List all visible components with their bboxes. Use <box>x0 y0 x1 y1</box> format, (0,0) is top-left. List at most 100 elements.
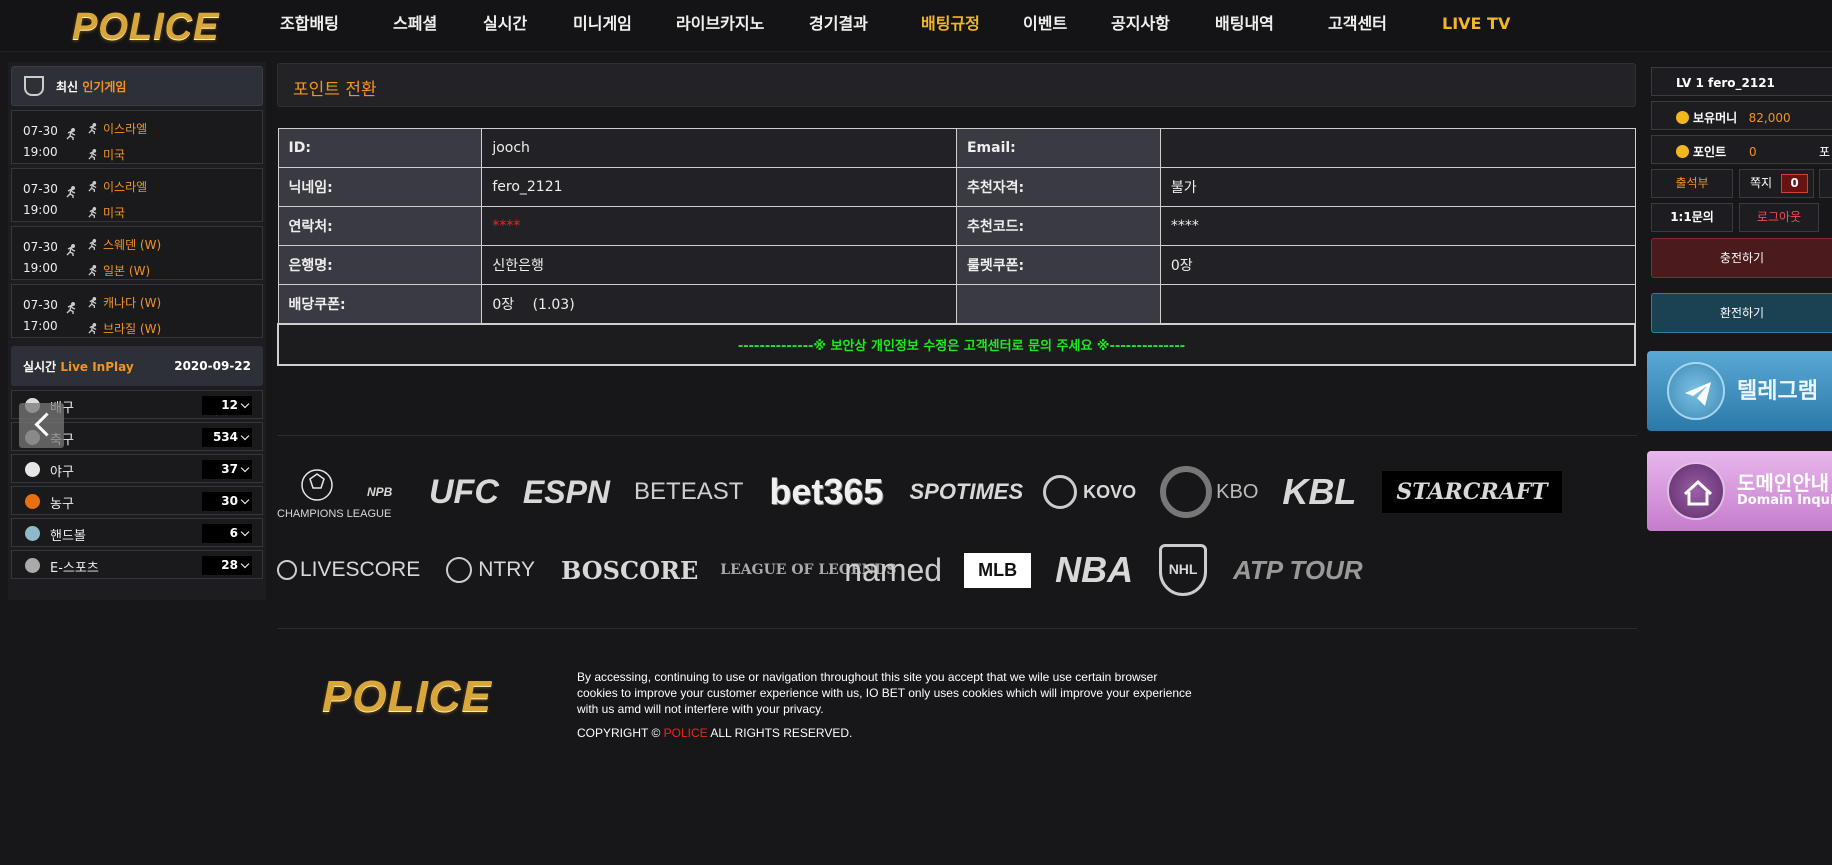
member-info-table: ID: jooch Email: 닉네임: fero_2121 추천자격: 불가 연락처: **… <box>277 128 1636 366</box>
popular-match-list: 07-30 19:00 이스라엘 미국 07-30 19:00 이스라엘 미국 07-30 19:… <box>8 110 266 338</box>
site-logo[interactable]: POLICE <box>72 6 219 49</box>
match-teams: 이스라엘미국 <box>87 116 147 168</box>
popular-match-item[interactable]: 07-30 19:00 이스라엘미국 <box>11 110 263 164</box>
match-datetime: 07-30 19:00 <box>23 121 58 163</box>
sport-count-dropdown[interactable]: 12 <box>202 396 252 415</box>
npb-logo: NPB <box>367 485 393 499</box>
active-caret-icon <box>959 0 985 6</box>
live-sport-item[interactable]: 핸드볼 6 <box>11 518 263 547</box>
field-value: jooch <box>481 128 957 168</box>
kbo-logo: KBO <box>1160 466 1258 518</box>
nav-item[interactable]: 미니게임 <box>573 0 676 48</box>
user-point: 포인트 0 포 <box>1651 135 1832 164</box>
extra-button[interactable] <box>1819 169 1832 198</box>
inquiry-button[interactable]: 1:1문의 <box>1651 203 1733 232</box>
boscore-logo: BOSCORE <box>561 555 699 585</box>
field-value <box>1159 128 1636 168</box>
page-title-bar: 포인트 전환 <box>277 63 1636 107</box>
sport-count-dropdown[interactable]: 534 <box>202 428 252 447</box>
starcraft-logo: STARCRAFT <box>1382 471 1562 513</box>
nav-item[interactable]: 실시간 <box>483 0 573 48</box>
point-convert-link[interactable]: 포 <box>1819 143 1830 160</box>
runner-icon <box>87 296 103 310</box>
kovo-text: KOVO <box>1083 481 1137 502</box>
page-title: 포인트 전환 <box>293 80 377 100</box>
popular-match-item[interactable]: 07-30 19:00 이스라엘 미국 <box>11 168 263 222</box>
trophy-icon <box>24 76 44 96</box>
nav-item[interactable]: 경기결과 <box>809 0 921 48</box>
memo-button[interactable]: 쪽지 0 <box>1739 169 1814 198</box>
sport-ball-icon <box>25 526 40 541</box>
partner-logos-row-2: LIVESCORE NTRY BOSCORE LEAGUE OF LEGENDS… <box>277 540 1363 600</box>
home-team: 이스라엘 <box>103 122 148 136</box>
nav-item[interactable]: 라이브카지노 <box>676 0 809 48</box>
livescore-text: LIVESCORE <box>300 558 421 581</box>
sport-count-dropdown[interactable]: 37 <box>202 460 252 479</box>
field-label: 연락처: <box>277 206 483 246</box>
live-sport-item[interactable]: 야구 37 <box>11 454 263 483</box>
kbo-text: KBO <box>1216 480 1259 503</box>
copyright: COPYRIGHT © POLICE ALL RIGHTS RESERVED. <box>577 726 852 740</box>
live-date: 2020-09-22 <box>174 359 251 373</box>
match-date: 07-30 <box>23 240 58 254</box>
runner-icon <box>87 180 103 194</box>
match-time: 19:00 <box>23 203 58 217</box>
nav-item[interactable]: 조합배팅 <box>280 0 393 48</box>
nav-item[interactable]: 배팅내역 <box>1215 0 1328 48</box>
slider-prev-button[interactable] <box>19 403 64 448</box>
nav-item[interactable]: LIVE TV <box>1442 0 1522 48</box>
sport-count-dropdown[interactable]: 28 <box>202 556 252 575</box>
domain-banner[interactable]: 도메인안내 Domain Inquiry <box>1647 451 1832 531</box>
coin-icon <box>1676 145 1689 158</box>
charge-button[interactable]: 충전하기 <box>1651 238 1832 278</box>
bet365-logo: bet365 <box>769 471 884 512</box>
nav-item[interactable]: 스페셜 <box>393 0 483 48</box>
away-team: 브라질 (W) <box>103 322 162 336</box>
security-notice: --------------※ 보안상 개인정보 수정은 고객센터로 문의 주세… <box>277 322 1636 366</box>
exchange-button[interactable]: 환전하기 <box>1651 293 1832 333</box>
main-nav: 조합배팅 스페셜 실시간 미니게임 라이브카지노 경기결과 배팅규정 이벤트 공지사항 배팅내역 고… <box>280 0 1522 48</box>
livescore-logo: LIVESCORE <box>277 558 420 582</box>
logout-button[interactable]: 로그아웃 <box>1739 203 1819 232</box>
ntry-text: NTRY <box>478 558 536 581</box>
home-icon <box>1667 462 1725 520</box>
match-teams: 캐나다 (W) 브라질 (W) <box>87 290 161 342</box>
left-sidebar: 최신 인기게임 07-30 19:00 이스라엘 미국 07-30 19:00 이스라엘 미국… <box>8 62 266 600</box>
nav-item[interactable]: 고객센터 <box>1328 0 1442 48</box>
telegram-banner[interactable]: 텔레그램 <box>1647 351 1832 431</box>
runner-icon <box>87 122 103 136</box>
field-value: 불가 <box>1159 167 1636 207</box>
nav-item[interactable]: 공지사항 <box>1111 0 1215 48</box>
match-date: 07-30 <box>23 182 58 196</box>
point-label: 포인트 <box>1693 145 1727 159</box>
telegram-label: 텔레그램 <box>1737 379 1818 404</box>
live-sport-item[interactable]: 농구 30 <box>11 486 263 515</box>
field-label: 배당쿠폰: <box>277 284 483 324</box>
away-team: 미국 <box>103 206 126 220</box>
top-nav-bar: POLICE 조합배팅 스페셜 실시간 미니게임 라이브카지노 경기결과 배팅규정 이벤트 공지… <box>0 0 1832 52</box>
money-value: 82,000 <box>1748 111 1791 125</box>
field-value: **** <box>1159 206 1636 246</box>
user-level: LV 1 fero_2121 <box>1651 67 1832 96</box>
popular-match-item[interactable]: 07-30 17:00 캐나다 (W) 브라질 (W) <box>11 284 263 338</box>
right-sidebar: LV 1 fero_2121 보유머니 82,000 포인트 0포 출석부 쪽지… <box>1647 62 1832 600</box>
nav-item[interactable]: 이벤트 <box>1023 0 1111 48</box>
match-time: 19:00 <box>23 145 58 159</box>
coin-icon <box>1676 111 1689 124</box>
sport-count-dropdown[interactable]: 30 <box>202 492 252 511</box>
sport-ball-icon <box>25 462 40 477</box>
sport-count-dropdown[interactable]: 6 <box>202 524 252 543</box>
popular-games-header: 최신 인기게임 <box>11 66 263 106</box>
sport-name: 야구 <box>50 465 74 480</box>
popular-match-item[interactable]: 07-30 19:00 스웨덴 (W) 일본 (W) <box>11 226 263 280</box>
match-datetime: 07-30 19:00 <box>23 237 58 279</box>
champions-league-logo: CHAMPIONS LEAGUE <box>277 465 391 520</box>
attendance-button[interactable]: 출석부 <box>1651 169 1733 198</box>
away-team: 미국 <box>103 148 126 162</box>
mlb-logo: MLB <box>964 552 1032 588</box>
field-label: 추천코드: <box>955 206 1161 246</box>
nav-item[interactable]: 배팅규정 <box>921 0 1023 48</box>
point-value: 0 <box>1749 145 1757 159</box>
live-sport-item[interactable]: E-스포츠 28 <box>11 550 263 579</box>
kovo-logo: KOVO <box>1043 475 1136 509</box>
